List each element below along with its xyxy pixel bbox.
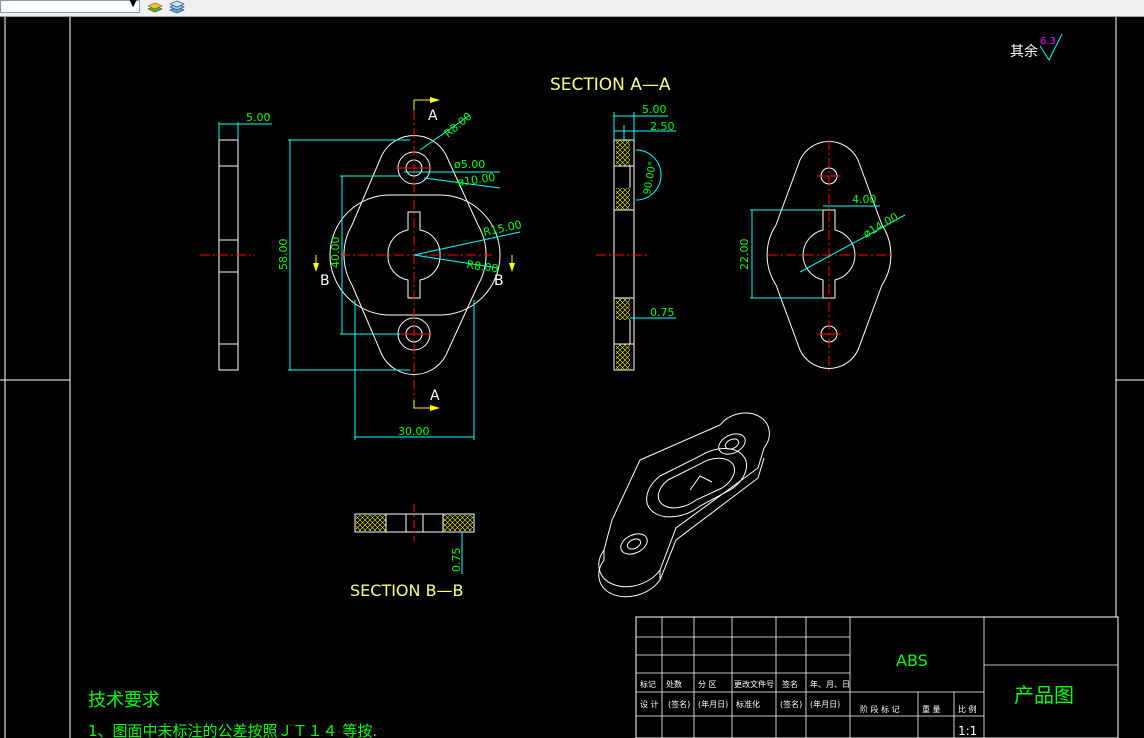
- layer-properties-icon[interactable]: [146, 0, 164, 14]
- cut-label-a-top: A: [428, 108, 438, 124]
- tb-sign-1: (签名): [668, 699, 690, 709]
- cut-label-b-left: B: [320, 273, 330, 289]
- tb-sign-4: (签名): [780, 699, 802, 709]
- chevron-down-icon: ▼: [129, 0, 137, 9]
- drawing-frame: [0, 17, 1144, 738]
- dim-sec-step: 0.75: [650, 306, 675, 319]
- tb-sign-2: (年月日): [698, 699, 728, 709]
- tb-stage-1: 重 量: [922, 704, 941, 714]
- title-material: ABS: [896, 651, 928, 670]
- dim-rv-dia: ø14.00: [861, 210, 901, 240]
- title-block: ABS 产品图 标记 处数 分 区 更改文件号 签名 年、月、日 设 计 (签名…: [635, 616, 1119, 738]
- title-drawing-name: 产品图: [1014, 683, 1074, 707]
- dim-hole-spacing: 40.00: [329, 237, 342, 269]
- dim-rv-slot-width: 4.00: [852, 193, 877, 206]
- layer-states-icon[interactable]: [168, 0, 186, 14]
- tb-stage-0: 阶 段 标 记: [860, 704, 900, 714]
- section-aa-view: 5.00 2.50 90.00° 0.75: [596, 103, 676, 371]
- dim-bb-step: 0.75: [450, 548, 463, 573]
- tb-sign-0: 设 计: [640, 699, 659, 709]
- tb-rev-2: 分 区: [698, 680, 717, 689]
- notes-line-1: 1、图面中未标注的公差按照ＪＴ１４ 等按.: [88, 722, 377, 738]
- section-bb-title: SECTION B—B: [350, 581, 464, 600]
- tb-rev-0: 标记: [640, 679, 656, 689]
- dim-sec-thickness: 5.00: [642, 103, 667, 116]
- roughness-note: 其余 6.3: [1010, 33, 1063, 62]
- side-view: 5.00: [200, 111, 272, 371]
- rear-view: 22.00 4.00 ø14.00: [738, 140, 906, 372]
- tb-rev-1: 处数: [666, 679, 682, 689]
- cut-label-a-bottom: A: [430, 388, 440, 404]
- notes-title: 技术要求: [88, 690, 160, 711]
- isometric-view: [598, 412, 770, 598]
- roughness-value: 6.3: [1040, 36, 1056, 47]
- tb-rev-5: 年、月、日: [810, 679, 850, 689]
- tb-rev-3: 更改文件号: [734, 679, 774, 689]
- dim-r-outer: R8.00: [442, 110, 475, 141]
- dim-height-total: 58.00: [277, 239, 290, 271]
- cut-label-b-right: B: [494, 273, 504, 289]
- technical-notes: 技术要求 1、图面中未标注的公差按照ＪＴ１４ 等按.: [88, 690, 377, 738]
- dim-width-total: 30.00: [398, 425, 430, 438]
- tb-stage-2: 比 例: [958, 704, 977, 714]
- section-aa-title: SECTION A—A: [550, 75, 671, 95]
- tb-rev-4: 签名: [782, 679, 798, 689]
- dim-sec-half: 2.50: [650, 120, 675, 133]
- section-bb-view: 0.75: [354, 504, 475, 574]
- dim-dia-hole: ø5.00: [454, 158, 485, 171]
- layer-dropdown[interactable]: ▼: [0, 0, 140, 13]
- roughness-note-label: 其余: [1010, 43, 1038, 60]
- front-view: A A B B 58.00 40.00 R8.00 ø5.00 ø10.00 R…: [277, 97, 523, 440]
- drawing-canvas[interactable]: 其余 6.3 SECTION A—A SECTION B—B 5.00 A A …: [0, 17, 1144, 738]
- tb-sign-5: (年月日): [810, 699, 840, 709]
- tb-scale: 1:1: [958, 724, 977, 738]
- dim-r-small: R8.00: [466, 258, 500, 275]
- dim-side-width: 5.00: [246, 111, 271, 124]
- dim-rv-slot-height: 22.00: [738, 239, 751, 271]
- cad-toolbar: ▼: [0, 0, 1144, 17]
- tb-sign-3: 标准化: [736, 699, 760, 709]
